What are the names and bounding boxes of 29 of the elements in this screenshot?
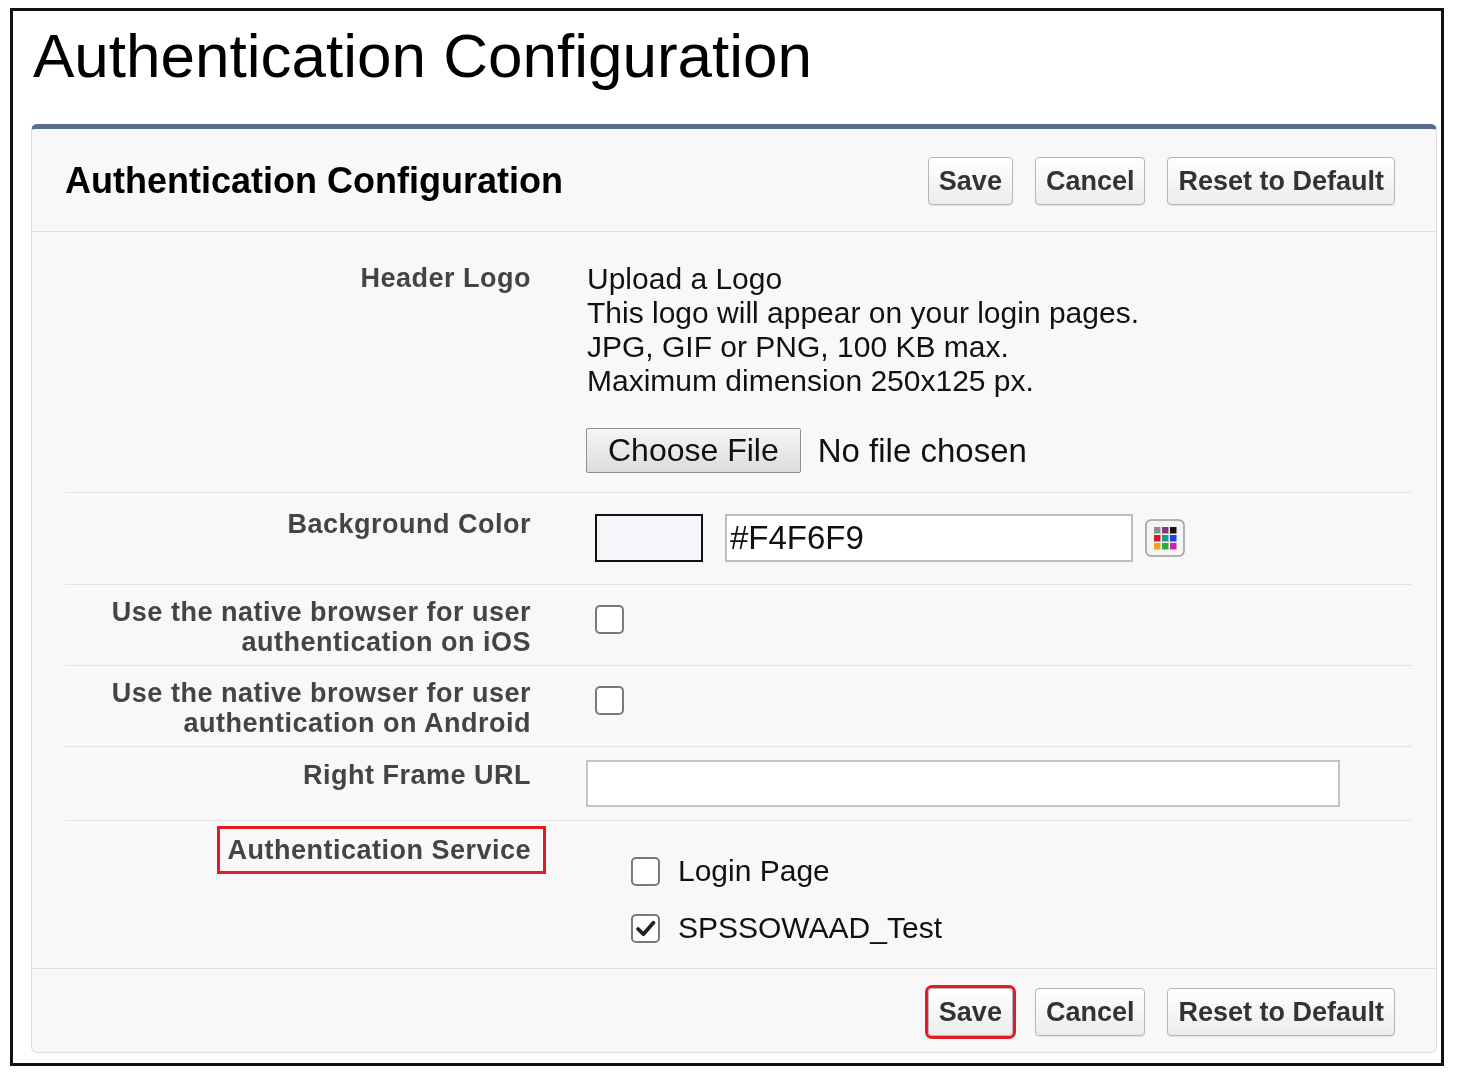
field-label: Use the native browser for user authentication on Android [110,677,532,740]
field-label: Background Color [286,508,532,541]
action-button[interactable]: Reset to Default [1167,157,1395,205]
color-grid-icon[interactable] [1145,519,1185,557]
field-label: Header Logo [359,262,532,295]
action-button[interactable]: Save [927,988,1013,1036]
page-title: Authentication Configuration [33,20,812,92]
checkbox-label[interactable]: SPSSOWAAD_Test [678,911,942,945]
help-text: JPG, GIF or PNG, 100 KB max. [587,330,1010,364]
field-label: Authentication Service [217,826,546,874]
checkbox[interactable] [595,686,624,715]
panel-title: Authentication Configuration [65,159,563,203]
checkbox[interactable] [595,605,624,634]
checkbox-label[interactable]: Login Page [678,854,830,888]
action-button[interactable]: Cancel [1034,988,1146,1036]
checkbox[interactable] [631,856,660,886]
file-status-text: No file chosen [817,430,1027,471]
help-text: Upload a Logo [587,262,784,296]
field-label: Right Frame URL [302,759,532,792]
help-text: This logo will appear on your login pages. [587,296,1140,330]
help-text: Maximum dimension 250x125 px. [587,364,1035,398]
action-button[interactable]: Save [927,157,1013,205]
action-button[interactable]: Cancel [1034,157,1146,205]
choose-file-button[interactable]: Choose File [586,428,801,473]
checkbox[interactable] [631,913,660,943]
action-button[interactable]: Reset to Default [1167,988,1395,1036]
url-input-field[interactable] [586,760,1340,807]
field-label: Use the native browser for user authentication on iOS [110,596,532,659]
color-hex-field[interactable]: #F4F6F9 [725,514,1133,562]
